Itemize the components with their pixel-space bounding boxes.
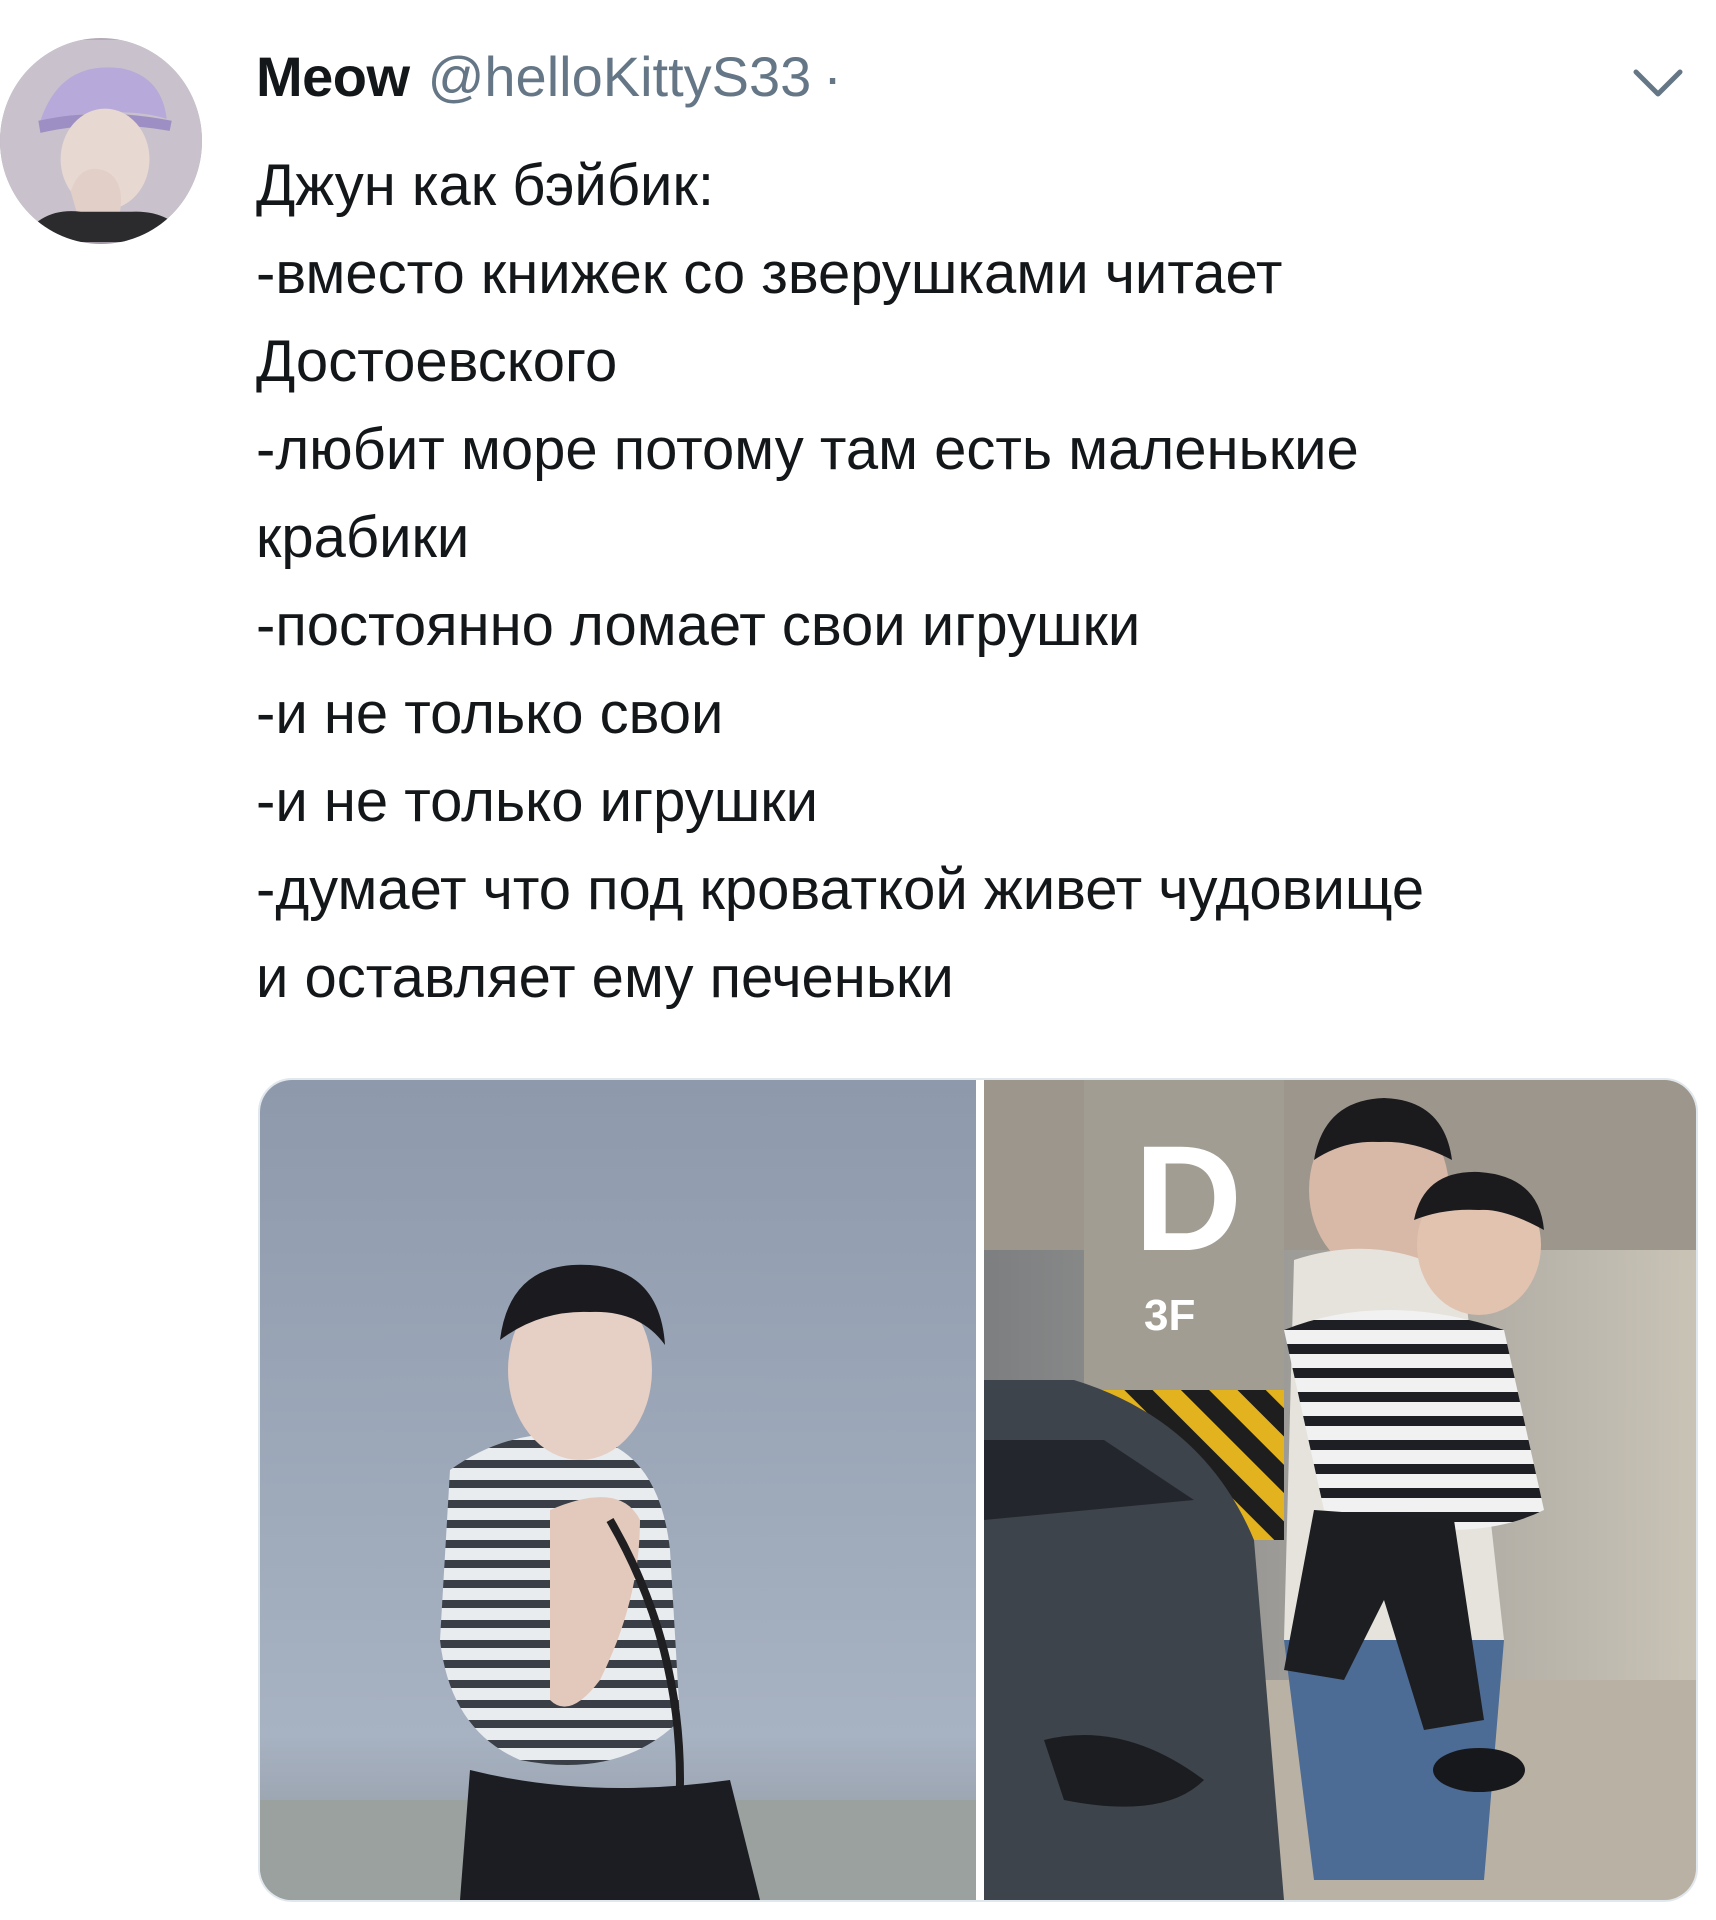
user-avatar-icon [0, 40, 202, 242]
tweet-text-line: крабики [256, 505, 470, 570]
photo-parking-garage-icon: D 3F [984, 1080, 1696, 1900]
tweet-text-line: -думает что под кроваткой живет чудовище [256, 857, 1425, 922]
tweet-text-line: -и не только игрушки [256, 769, 819, 834]
tweet-text-line: и оставляет ему печеньки [256, 945, 954, 1010]
tweet-media-grid: D 3F [258, 1078, 1698, 1902]
media-photo-2[interactable]: D 3F [984, 1080, 1696, 1900]
header-separator: · [823, 45, 842, 108]
tweet-text: Джун как бэйбик: -вместо книжек со зверу… [256, 142, 1696, 1022]
tweet-header: Meow @helloKittyS33 · [256, 44, 842, 124]
user-handle[interactable]: @helloKittyS33 [428, 44, 812, 109]
tweet-text-line: -вместо книжек со зверушками читает [256, 241, 1283, 306]
tweet-text-line: -любит море потому там есть маленькие [256, 417, 1359, 482]
tweet-text-line: Джун как бэйбик: [256, 153, 714, 218]
media-divider [976, 1080, 984, 1900]
chevron-down-icon[interactable] [1630, 62, 1686, 102]
parking-sign-letter: D [1134, 1114, 1242, 1282]
avatar[interactable] [0, 38, 202, 244]
photo-man-striped-shirt-icon [260, 1080, 976, 1900]
tweet-text-line: -постоянно ломает свои игрушки [256, 593, 1141, 658]
tweet-text-line: Достоевского [256, 329, 618, 394]
display-name[interactable]: Meow [256, 44, 410, 109]
media-photo-1[interactable] [260, 1080, 976, 1900]
tweet: Meow @helloKittyS33 · Джун как бэйбик: -… [0, 0, 1716, 1920]
tweet-text-line: -и не только свои [256, 681, 724, 746]
parking-sign-floor: 3F [1144, 1291, 1195, 1340]
